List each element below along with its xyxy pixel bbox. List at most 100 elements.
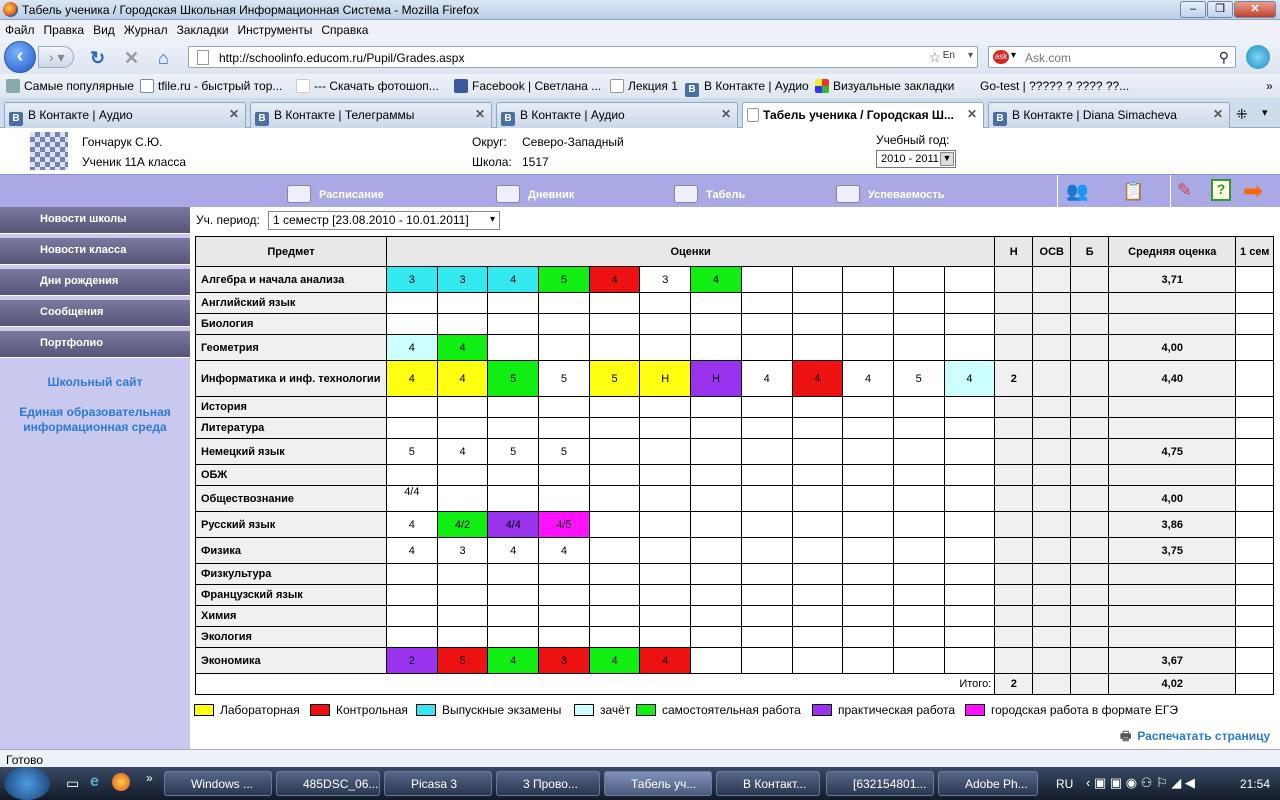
menu-help[interactable]: Справка [316, 20, 372, 37]
grade-cell [588, 417, 641, 439]
grade-cell: 3 [538, 647, 590, 674]
tab-vk-telegrams[interactable]: BВ Контакте | Телеграммы ✕ [250, 102, 492, 128]
menu-view[interactable]: Вид [88, 20, 119, 37]
tab-vk-audio-2[interactable]: BВ Контакте | Аудио ✕ [496, 102, 738, 128]
menu-history[interactable]: Журнал [119, 20, 172, 37]
edu-env-link[interactable]: Единая образовательная информационная ср… [0, 405, 190, 435]
menu-tools[interactable]: Инструменты [233, 20, 317, 37]
taskbar-icq[interactable]: [632154801... [826, 771, 934, 796]
back-button[interactable]: ‹ [4, 41, 36, 73]
nav-progress[interactable]: Успеваемость [836, 185, 945, 203]
stop-icon[interactable]: ✕ [124, 48, 139, 69]
tray-icons[interactable]: ‹ ▣ ▣ ◉ ⚇ ⚐ ◢ ◀ [1086, 775, 1195, 791]
search-icon[interactable]: ⚲ [1219, 49, 1229, 66]
grade-cell [842, 334, 894, 361]
url-dropdown-icon[interactable]: ▾ [968, 50, 973, 61]
tab-scroll-icon[interactable]: ⁜ [1236, 106, 1248, 123]
taskbar-vk[interactable]: В Контакт... [716, 771, 820, 796]
bookmark-facebook[interactable]: Facebook | Светлана ... [454, 79, 601, 93]
clipboard-icon[interactable]: 📋 [1122, 181, 1144, 202]
grade-cell [842, 292, 894, 314]
taskbar-explorer[interactable]: 3 Прово... [496, 771, 600, 796]
chevron-down-icon[interactable]: ▼ [940, 152, 954, 166]
quicklaunch-overflow-icon[interactable]: » [146, 771, 153, 785]
clock[interactable]: 21:54 [1240, 777, 1270, 791]
minimize-button[interactable]: – [1180, 1, 1206, 18]
bookmark-photoshop[interactable]: --- Скачать фотошоп... [296, 79, 439, 93]
grade-cell [538, 584, 590, 606]
bookmarks-overflow-icon[interactable]: » [1266, 79, 1273, 93]
close-tab-icon[interactable]: ✕ [229, 107, 239, 121]
reload-icon[interactable]: ↻ [90, 48, 105, 69]
home-icon[interactable]: ⌂ [158, 48, 169, 69]
close-tab-icon[interactable]: ✕ [967, 107, 977, 121]
start-button[interactable] [4, 767, 50, 800]
menu-bookmarks[interactable]: Закладки [172, 20, 233, 37]
tab-grades[interactable]: Табель ученика / Городская Ш... ✕ [742, 102, 984, 129]
bookmark-gotest[interactable]: Go-test | ????? ? ???? ??... [980, 79, 1129, 93]
grade-cell: 5 [538, 438, 590, 465]
status-bar: Готово [0, 749, 1280, 767]
bookmark-popular[interactable]: Самые популярные [6, 79, 134, 93]
close-window-button[interactable]: ✕ [1234, 1, 1276, 18]
tab-vk-audio-1[interactable]: BВ Контакте | Аудио ✕ [4, 102, 246, 128]
year-select[interactable]: 2010 - 2011 ▼ [876, 150, 956, 168]
taskbar-photo[interactable]: 485DSC_06... [276, 771, 380, 796]
taskbar-windows[interactable]: Windows ... [164, 771, 272, 796]
skype-icon[interactable] [1246, 45, 1270, 69]
grade-cell [791, 464, 844, 486]
tab-vk-diana[interactable]: BВ Контакте | Diana Simacheva ✕ [988, 102, 1230, 128]
grade-cell [487, 563, 540, 585]
grade-cell [690, 417, 742, 439]
language-indicator[interactable]: RU [1056, 777, 1073, 791]
grade-cell [740, 313, 793, 335]
menu-file[interactable]: Файл [0, 20, 39, 37]
users-icon[interactable]: 👥 [1066, 181, 1088, 202]
star-icon[interactable]: ☆ [928, 49, 941, 66]
ask-logo-icon[interactable]: ask [993, 50, 1009, 64]
taskbar-grades[interactable]: Табель уч... [604, 771, 712, 796]
show-desktop-icon[interactable]: ▭ [66, 775, 79, 792]
period-select[interactable]: 1 семестр [23.08.2010 - 10.01.2011] ▾ [268, 211, 500, 230]
grade-cell [842, 313, 894, 335]
ie-icon[interactable]: e [90, 773, 99, 791]
url-bar[interactable]: http://schoolinfo.educom.ru/Pupil/Grades… [188, 46, 978, 68]
nav-schedule[interactable]: Расписание [287, 185, 384, 203]
chevron-down-icon[interactable]: ▾ [490, 214, 495, 225]
grade-cell [740, 334, 793, 361]
close-tab-icon[interactable]: ✕ [721, 107, 731, 121]
search-box[interactable]: ask ▾ Ask.com ⚲ [988, 46, 1236, 68]
sidebar-class-news[interactable]: Новости класса [0, 238, 190, 265]
grade-cell [690, 626, 742, 648]
taskbar-photoshop[interactable]: Adobe Ph... [938, 771, 1038, 796]
help-icon[interactable]: ? [1211, 179, 1231, 201]
tab-list-icon[interactable]: ▾ [1262, 106, 1268, 119]
bookmark-lecture[interactable]: Лекция 1 [610, 79, 678, 93]
exit-arrow-icon[interactable]: ➡ [1243, 177, 1263, 206]
close-tab-icon[interactable]: ✕ [1213, 107, 1223, 121]
average-cell [1108, 417, 1237, 439]
bookmark-vk-audio[interactable]: BВ Контакте | Аудио [685, 79, 809, 97]
nav-diary[interactable]: Дневник [496, 185, 574, 203]
taskbar-picasa[interactable]: Picasa 3 [384, 771, 492, 796]
b-cell [1070, 464, 1110, 486]
firefox-icon[interactable] [112, 773, 130, 791]
lang-indicator[interactable]: En [943, 50, 955, 61]
bookmark-tfile[interactable]: tfile.ru - быстрый тор... [140, 79, 282, 93]
bookmark-visual[interactable]: Визуальные закладки [815, 79, 954, 93]
grade-cell: 4 [386, 360, 438, 397]
search-engine-dropdown-icon[interactable]: ▾ [1011, 50, 1016, 61]
sidebar-birthdays[interactable]: Дни рождения [0, 269, 190, 296]
close-tab-icon[interactable]: ✕ [475, 107, 485, 121]
sidebar-messages[interactable]: Сообщения [0, 300, 190, 327]
tools-icon[interactable]: ✎ [1177, 180, 1192, 201]
print-page-link[interactable]: 🖶 Распечатать страницу [1120, 727, 1270, 748]
maximize-button[interactable]: ❐ [1207, 1, 1233, 18]
school-site-link[interactable]: Школьный сайт [0, 375, 190, 389]
sidebar-portfolio[interactable]: Портфолио [0, 331, 190, 358]
nav-grades[interactable]: Табель [674, 185, 745, 203]
sidebar-school-news[interactable]: Новости школы [0, 207, 190, 234]
forward-button[interactable]: › ▾ [38, 46, 74, 68]
grade-cell [892, 537, 945, 564]
menu-edit[interactable]: Правка [39, 20, 89, 37]
